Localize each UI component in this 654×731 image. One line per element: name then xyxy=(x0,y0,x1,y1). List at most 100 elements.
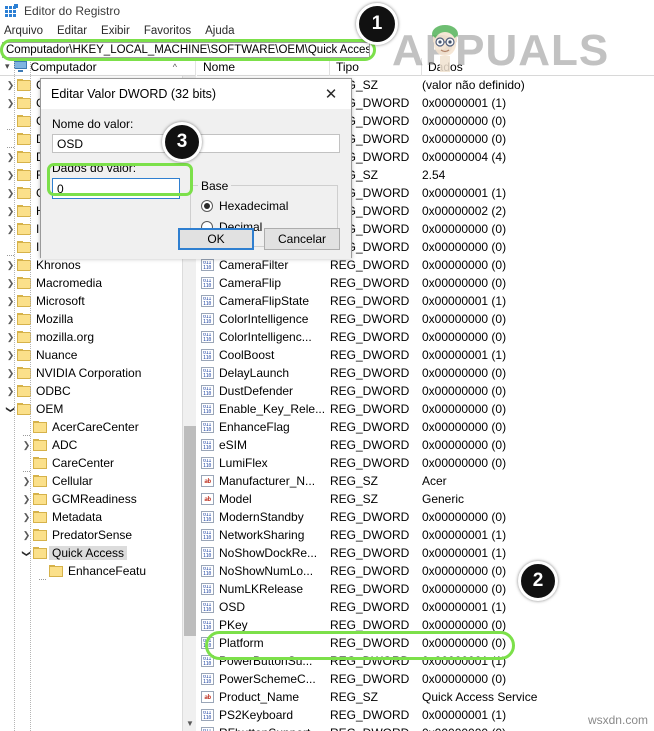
dword-value-icon: 011110 xyxy=(201,367,214,379)
table-row[interactable]: 011 110 NoShowDockRe... REG_DWORD 0x00000001… xyxy=(197,544,654,562)
table-row[interactable]: 011 110 DelayLaunch REG_DWORD 0x00000000 (0) xyxy=(197,364,654,382)
chevron-right-icon[interactable]: ❯ xyxy=(20,530,33,541)
sort-ascending-icon[interactable]: ^ xyxy=(173,62,177,72)
dword-value-icon: 011110 xyxy=(201,457,214,469)
menu-item-ajuda[interactable]: Ajuda xyxy=(205,25,234,37)
value-data-cell: Generic xyxy=(422,492,465,506)
dialog-button-row: OK Cancelar xyxy=(178,228,340,250)
chevron-right-icon[interactable]: ❯ xyxy=(4,350,17,361)
edit-dword-dialog[interactable]: Editar Valor DWORD (32 bits) ✕ Nome do v… xyxy=(40,78,352,259)
table-row[interactable]: 011 110 ModernStandby REG_DWORD 0x00000000 (… xyxy=(197,508,654,526)
chevron-right-icon[interactable]: ❯ xyxy=(4,80,17,91)
menu-item-arquivo[interactable]: Arquivo xyxy=(4,25,43,37)
table-row[interactable]: 011 110 Platform REG_DWORD 0x00000000 (0) xyxy=(197,634,654,652)
address-bar-input[interactable]: Computador\HKEY_LOCAL_MACHINE\SOFTWARE\O… xyxy=(2,42,370,58)
folder-icon xyxy=(17,169,31,181)
chevron-right-icon[interactable]: ❯ xyxy=(4,296,17,307)
chevron-right-icon[interactable]: ❯ xyxy=(4,152,17,163)
table-row[interactable]: 011 110 NumLKRelease REG_DWORD 0x00000000 (0… xyxy=(197,580,654,598)
table-row[interactable]: 011 110 LumiFlex REG_DWORD 0x00000000 (0) xyxy=(197,454,654,472)
value-data-input[interactable]: 0 xyxy=(52,178,180,199)
table-row[interactable]: 011 110 NetworkSharing REG_DWORD 0x00000001 … xyxy=(197,526,654,544)
value-type-cell: REG_SZ xyxy=(330,474,379,488)
value-name-cell: NetworkSharing xyxy=(219,528,305,542)
tree-item-label: Macromedia xyxy=(36,276,103,290)
chevron-right-icon[interactable]: ❯ xyxy=(4,98,17,109)
chevron-right-icon[interactable]: ❯ xyxy=(4,224,17,235)
table-row[interactable]: 011 110 PowerSchemeC... REG_DWORD 0x00000000… xyxy=(197,670,654,688)
chevron-right-icon[interactable]: ❯ xyxy=(20,494,33,505)
table-row[interactable]: 011 110 CameraFlipState REG_DWORD 0x00000001… xyxy=(197,292,654,310)
value-data-cell: 0x00000001 (1) xyxy=(422,600,507,614)
table-row[interactable]: 011 110 Enable_Key_Rele... REG_DWORD 0x00000… xyxy=(197,400,654,418)
chevron-right-icon[interactable]: ❯ xyxy=(4,206,17,217)
table-row[interactable]: 011 110 DustDefender REG_DWORD 0x00000000 (0… xyxy=(197,382,654,400)
table-row[interactable]: ab Product_Name REG_SZ Quick Access Service xyxy=(197,688,654,706)
base-group-legend: Base xyxy=(198,179,232,193)
chevron-right-icon[interactable]: ❯ xyxy=(4,386,17,397)
table-row[interactable]: 011 110 PowerButtonSu... REG_DWORD 0x0000000… xyxy=(197,652,654,670)
column-header-dados[interactable]: Dados xyxy=(422,58,654,76)
folder-icon xyxy=(17,187,31,199)
table-row[interactable]: 011 110 PKey REG_DWORD 0x00000000 (0) xyxy=(197,616,654,634)
menu-item-exibir[interactable]: Exibir xyxy=(101,25,130,37)
chevron-right-icon[interactable]: ❯ xyxy=(4,332,17,343)
value-type-cell: REG_DWORD xyxy=(330,438,410,452)
value-data-cell: 0x00000000 (0) xyxy=(422,438,507,452)
registry-editor-icon xyxy=(4,4,18,18)
scrollbar-thumb[interactable] xyxy=(184,426,196,636)
dword-value-icon: 011110 xyxy=(201,565,214,577)
chevron-right-icon[interactable]: ❯ xyxy=(4,314,17,325)
value-name-cell: NoShowDockRe... xyxy=(219,546,318,560)
ok-button[interactable]: OK xyxy=(178,228,254,250)
table-row[interactable]: 011 110 ColorIntelligence REG_DWORD 0x000000… xyxy=(197,310,654,328)
value-data-cell: 2.54 xyxy=(422,168,446,182)
dword-value-icon: 011110 xyxy=(201,601,214,613)
chevron-right-icon[interactable]: ❯ xyxy=(4,368,17,379)
chevron-right-icon[interactable]: ❯ xyxy=(20,440,33,451)
dword-value-icon: 011110 xyxy=(201,547,214,559)
dword-value-icon: 011110 xyxy=(201,727,214,731)
folder-icon xyxy=(17,349,31,361)
chevron-right-icon[interactable]: ❯ xyxy=(4,188,17,199)
value-name-cell: ColorIntelligenc... xyxy=(219,330,312,344)
chevron-right-icon[interactable]: ❯ xyxy=(4,170,17,181)
value-name-cell: NumLKRelease xyxy=(219,582,304,596)
chevron-right-icon[interactable]: ❯ xyxy=(4,278,17,289)
value-type-cell: REG_DWORD xyxy=(330,420,410,434)
value-name-cell: CameraFlip xyxy=(219,276,282,290)
table-row[interactable]: ab Model REG_SZ Generic xyxy=(197,490,654,508)
radio-hexadecimal[interactable]: Hexadecimal xyxy=(201,195,337,216)
tree-item-label: Cellular xyxy=(52,474,93,488)
table-row[interactable]: 011 110 OSD REG_DWORD 0x00000001 (1) xyxy=(197,598,654,616)
menu-item-editar[interactable]: Editar xyxy=(57,25,87,37)
table-row[interactable]: 011 110 PS2Keyboard REG_DWORD 0x00000001 (1) xyxy=(197,706,654,724)
chevron-right-icon[interactable]: ❯ xyxy=(20,476,33,487)
scroll-down-arrow-icon[interactable]: ▼ xyxy=(183,717,197,731)
table-row[interactable]: 011110RFbuttonSupportREG_DWORD0x00000000… xyxy=(197,724,654,731)
cancel-button[interactable]: Cancelar xyxy=(264,228,340,250)
table-row[interactable]: ab Manufacturer_N... REG_SZ Acer xyxy=(197,472,654,490)
radio-on-icon[interactable] xyxy=(201,199,213,212)
value-data-cell: 0x00000000 (0) xyxy=(422,636,507,650)
column-header-tipo[interactable]: Tipo xyxy=(330,58,422,76)
chevron-right-icon[interactable]: ❯ xyxy=(20,512,33,523)
table-row[interactable]: 011 110 EnhanceFlag REG_DWORD 0x00000000 (0) xyxy=(197,418,654,436)
value-type-cell: REG_DWORD xyxy=(330,348,410,362)
folder-icon xyxy=(17,241,31,253)
column-header-nome[interactable]: Nome xyxy=(197,58,330,76)
dword-value-icon: 011110 xyxy=(201,349,214,361)
table-row[interactable]: 011 110 eSIM REG_DWORD 0x00000000 (0) xyxy=(197,436,654,454)
table-row[interactable]: 011 110 CameraFlip REG_DWORD 0x00000000 (0) xyxy=(197,274,654,292)
value-data-cell: 0x00000000 (0) xyxy=(422,456,507,470)
chevron-right-icon[interactable]: ❯ xyxy=(4,260,17,271)
chevron-down-icon[interactable]: ▾ xyxy=(5,61,10,72)
value-type-cell: REG_DWORD xyxy=(330,600,410,614)
close-icon[interactable]: ✕ xyxy=(311,79,351,109)
value-name-cell: PowerSchemeC... xyxy=(219,672,316,686)
value-data-cell: 0x00000000 (0) xyxy=(422,276,507,290)
table-row[interactable]: 011 110 CoolBoost REG_DWORD 0x00000001 (1) xyxy=(197,346,654,364)
menu-item-favoritos[interactable]: Favoritos xyxy=(144,25,191,37)
table-row[interactable]: 011 110 NoShowNumLo... REG_DWORD 0x00000000 … xyxy=(197,562,654,580)
table-row[interactable]: 011 110 ColorIntelligenc... REG_DWORD 0x0000… xyxy=(197,328,654,346)
